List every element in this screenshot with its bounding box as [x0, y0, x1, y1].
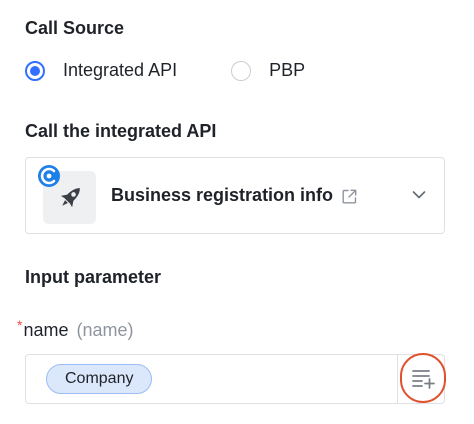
integrated-api-select[interactable]: Business registration info: [25, 157, 445, 234]
radio-checked-indicator[interactable]: [25, 60, 45, 81]
api-name: Business registration info: [111, 185, 334, 205]
input-parameter-title: Input parameter: [25, 267, 162, 287]
param-label-text: name: [23, 320, 69, 340]
radio-label-pbp[interactable]: PBP: [269, 60, 305, 81]
external-link-icon[interactable]: [342, 189, 357, 204]
radio-integrated-api[interactable]: Integrated API: [25, 60, 177, 81]
integrated-api-title: Call the integrated API: [25, 121, 217, 141]
integration-badge-icon: [38, 165, 60, 187]
radio-unchecked-indicator[interactable]: [231, 60, 252, 81]
call-source-radio-group: Integrated API PBP: [25, 60, 305, 81]
radio-pbp[interactable]: PBP: [231, 60, 305, 81]
insert-variable-button[interactable]: [400, 353, 446, 403]
chevron-down-icon[interactable]: [412, 190, 426, 200]
input-divider: [397, 355, 398, 403]
param-alias: (name): [76, 320, 134, 340]
variable-tag-company[interactable]: Company: [46, 364, 153, 394]
param-value-input[interactable]: Company: [25, 353, 446, 404]
param-name-label: *name (name): [17, 317, 134, 341]
call-source-title: Call Source: [25, 18, 125, 38]
insert-variable-icon: [412, 370, 435, 389]
radio-label-integrated-api[interactable]: Integrated API: [63, 60, 177, 81]
required-mark: *: [17, 317, 23, 333]
